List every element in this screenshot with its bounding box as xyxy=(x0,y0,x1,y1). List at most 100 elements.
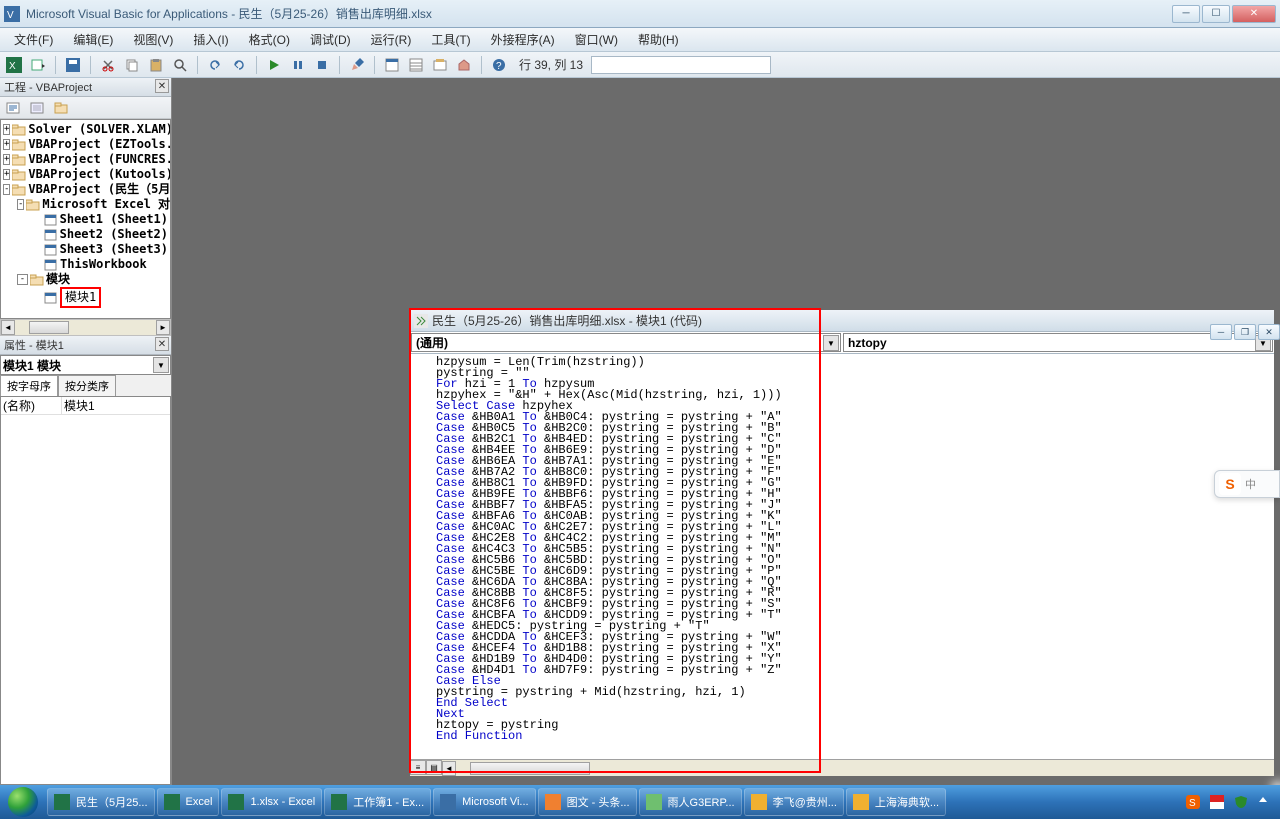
view-object-button[interactable] xyxy=(28,99,46,117)
tray-flag-icon[interactable] xyxy=(1210,795,1224,809)
taskbar-button[interactable]: 上海海典软... xyxy=(846,788,946,816)
dropdown-arrow-icon: ▼ xyxy=(153,357,169,373)
property-row[interactable]: (名称) 模块1 xyxy=(1,397,170,415)
tree-node[interactable]: Sheet3 (Sheet3) xyxy=(3,242,168,257)
tree-node[interactable]: Sheet2 (Sheet2) xyxy=(3,227,168,242)
tree-node[interactable]: +VBAProject (Kutools) xyxy=(3,167,168,182)
taskbar-button[interactable]: Microsoft Vi... xyxy=(433,788,535,816)
menu-window[interactable]: 窗口(W) xyxy=(567,29,626,50)
taskbar-button[interactable]: 1.xlsx - Excel xyxy=(221,788,322,816)
scroll-right-arrow[interactable]: ► xyxy=(156,320,170,335)
run-button[interactable] xyxy=(264,55,284,75)
tree-node[interactable]: +VBAProject (EZTools. xyxy=(3,137,168,152)
child-minimize-button[interactable]: ─ xyxy=(1210,324,1232,340)
undo-button[interactable] xyxy=(205,55,225,75)
tree-node[interactable]: -VBAProject (民生（5月 xyxy=(3,182,168,197)
tab-alphabetic[interactable]: 按字母序 xyxy=(0,375,58,396)
properties-grid[interactable]: (名称) 模块1 xyxy=(0,396,171,785)
menu-format[interactable]: 格式(O) xyxy=(241,29,298,50)
view-code-button[interactable] xyxy=(4,99,22,117)
toggle-folders-button[interactable] xyxy=(52,99,70,117)
properties-button[interactable] xyxy=(406,55,426,75)
taskbar-label: 工作簿1 - Ex... xyxy=(353,794,424,810)
menu-view[interactable]: 视图(V) xyxy=(125,29,181,50)
properties-panel-close[interactable]: ✕ xyxy=(155,337,169,351)
taskbar-button[interactable]: 工作簿1 - Ex... xyxy=(324,788,431,816)
full-module-view-button[interactable]: ▤ xyxy=(426,760,442,775)
child-close-button[interactable]: ✕ xyxy=(1258,324,1280,340)
toolbox-button[interactable] xyxy=(454,55,474,75)
taskbar-button[interactable]: Excel xyxy=(157,788,220,816)
reset-button[interactable] xyxy=(312,55,332,75)
tree-node[interactable]: 模块1 xyxy=(3,287,168,308)
menu-tools[interactable]: 工具(T) xyxy=(423,29,478,50)
save-button[interactable] xyxy=(63,55,83,75)
taskbar-button[interactable]: 图文 - 头条... xyxy=(538,788,637,816)
view-excel-button[interactable]: X xyxy=(4,55,24,75)
tree-node[interactable]: -模块 xyxy=(3,272,168,287)
object-combo[interactable]: (通用) ▼ xyxy=(411,333,841,352)
taskbar-button[interactable]: 李飞@贵州... xyxy=(744,788,844,816)
system-tray[interactable]: S xyxy=(1182,785,1276,819)
procedure-combo[interactable]: hztopy ▼ xyxy=(843,333,1273,352)
help-button[interactable]: ? xyxy=(489,55,509,75)
cut-button[interactable] xyxy=(98,55,118,75)
tree-toggle[interactable]: - xyxy=(3,184,10,195)
procedure-view-button[interactable]: ≡ xyxy=(410,760,426,775)
menu-run[interactable]: 运行(R) xyxy=(363,29,420,50)
taskbar-button[interactable]: 雨人G3ERP... xyxy=(639,788,742,816)
find-button[interactable] xyxy=(170,55,190,75)
tree-toggle[interactable]: - xyxy=(17,274,28,285)
maximize-button[interactable]: ☐ xyxy=(1202,5,1230,23)
project-tree[interactable]: +Solver (SOLVER.XLAM)+VBAProject (EZTool… xyxy=(0,119,171,319)
tray-up-arrow-icon[interactable] xyxy=(1258,795,1272,809)
code-window-titlebar[interactable]: 民生（5月25-26）销售出库明细.xlsx - 模块1 (代码) xyxy=(410,310,1274,332)
properties-object-dropdown[interactable]: 模块1 模块 ▼ xyxy=(0,355,171,375)
tree-toggle[interactable]: + xyxy=(3,169,10,180)
menu-debug[interactable]: 调试(D) xyxy=(302,29,359,50)
insert-dropdown[interactable] xyxy=(28,55,48,75)
tree-hscrollbar[interactable]: ◄ ► xyxy=(0,319,171,336)
start-button[interactable] xyxy=(0,785,46,819)
project-explorer-button[interactable] xyxy=(382,55,402,75)
menu-insert[interactable]: 插入(I) xyxy=(185,29,236,50)
break-button[interactable] xyxy=(288,55,308,75)
scroll-left-arrow[interactable]: ◄ xyxy=(442,761,456,776)
tray-shield-icon[interactable] xyxy=(1234,795,1248,809)
tree-toggle[interactable]: + xyxy=(3,154,10,165)
object-browser-button[interactable] xyxy=(430,55,450,75)
property-value[interactable]: 模块1 xyxy=(61,397,170,414)
project-panel-close[interactable]: ✕ xyxy=(155,79,169,93)
tree-toggle[interactable]: + xyxy=(3,124,10,135)
copy-button[interactable] xyxy=(122,55,142,75)
tree-node[interactable]: ThisWorkbook xyxy=(3,257,168,272)
child-restore-button[interactable]: ❐ xyxy=(1234,324,1256,340)
windows-orb-icon xyxy=(8,787,38,817)
ime-float[interactable]: S 中 xyxy=(1214,470,1280,498)
tree-node[interactable]: +Solver (SOLVER.XLAM) xyxy=(3,122,168,137)
scroll-thumb[interactable] xyxy=(470,762,590,775)
paste-button[interactable] xyxy=(146,55,166,75)
tree-node[interactable]: +VBAProject (FUNCRES. xyxy=(3,152,168,167)
design-mode-button[interactable] xyxy=(347,55,367,75)
tree-toggle[interactable]: - xyxy=(17,199,24,210)
tab-categorized[interactable]: 按分类序 xyxy=(58,375,116,396)
scroll-left-arrow[interactable]: ◄ xyxy=(1,320,15,335)
code-hscrollbar[interactable]: ◄ xyxy=(442,760,1274,776)
menu-addins[interactable]: 外接程序(A) xyxy=(483,29,563,50)
code-editor[interactable]: hzpysum = Len(Trim(hzstring)) pystring =… xyxy=(410,355,1274,759)
menu-help[interactable]: 帮助(H) xyxy=(630,29,687,50)
tree-node[interactable]: -Microsoft Excel 对象 xyxy=(3,197,168,212)
taskbar-button[interactable]: 民生（5月25... xyxy=(47,788,155,816)
close-button[interactable]: ✕ xyxy=(1232,5,1276,23)
menu-edit[interactable]: 编辑(E) xyxy=(65,29,121,50)
scroll-thumb[interactable] xyxy=(29,321,69,334)
minimize-button[interactable]: ─ xyxy=(1172,5,1200,23)
ime-mode-label: 中 xyxy=(1245,476,1256,492)
redo-button[interactable] xyxy=(229,55,249,75)
tray-sogou-icon[interactable]: S xyxy=(1186,795,1200,809)
tree-node[interactable]: Sheet1 (Sheet1) xyxy=(3,212,168,227)
menu-file[interactable]: 文件(F) xyxy=(6,29,61,50)
tree-toggle[interactable]: + xyxy=(3,139,10,150)
taskbar-label: Excel xyxy=(186,796,213,808)
